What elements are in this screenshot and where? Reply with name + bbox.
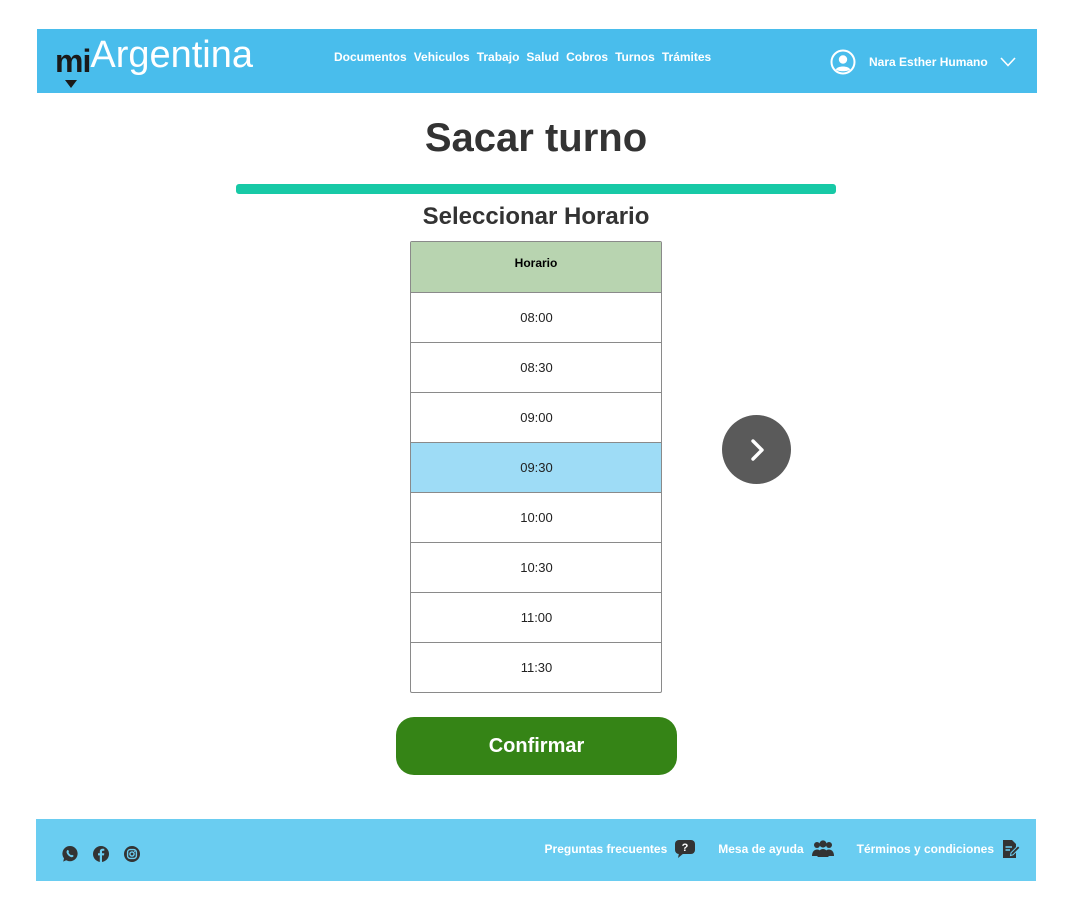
time-slot-row[interactable]: 08:00 — [411, 293, 661, 343]
footer-links: Preguntas frecuentes ? Mesa de ayuda Tér… — [523, 839, 1021, 859]
time-slot-row[interactable]: 11:30 — [411, 643, 661, 692]
progress-bar — [236, 184, 836, 194]
footer-link-label: Términos y condiciones — [856, 842, 994, 856]
mi-argentina-logo[interactable]: mi Argentina — [55, 33, 254, 88]
top-header: mi Argentina Documentos Vehiculos Trabaj… — [37, 29, 1037, 93]
nav-item-tramites[interactable]: Trámites — [662, 50, 711, 64]
progress-bar-fill — [238, 186, 834, 192]
nav-item-documentos[interactable]: Documentos — [334, 50, 407, 64]
footer-link-label: Preguntas frecuentes — [544, 842, 668, 856]
nav-item-trabajo[interactable]: Trabajo — [477, 50, 520, 64]
section-title: Seleccionar Horario — [422, 203, 650, 230]
footer: Preguntas frecuentes ? Mesa de ayuda Tér… — [36, 819, 1036, 881]
facebook-icon[interactable] — [92, 845, 110, 863]
time-slot-row[interactable]: 10:30 — [411, 543, 661, 593]
next-page-button[interactable] — [722, 415, 791, 484]
time-slot-row[interactable]: 10:00 — [411, 493, 661, 543]
time-slot-row[interactable]: 11:00 — [411, 593, 661, 643]
time-slot-table: Horario 08:00 08:30 09:00 09:30 10:00 10… — [410, 241, 662, 693]
nav-item-cobros[interactable]: Cobros — [566, 50, 608, 64]
footer-link-faq[interactable]: Preguntas frecuentes ? — [545, 839, 697, 859]
time-slot-row[interactable]: 09:30 — [411, 443, 661, 493]
help-desk-people-icon — [811, 840, 834, 857]
logo-mi-text: mi — [55, 43, 91, 88]
page-title: Sacar turno — [424, 116, 648, 160]
faq-bubble-icon: ? — [675, 840, 696, 858]
confirm-button[interactable]: Confirmar — [396, 717, 677, 775]
user-name: Nara Esther Humano — [869, 55, 988, 69]
logo-pin-icon — [65, 80, 77, 88]
svg-text:?: ? — [682, 842, 689, 854]
nav-item-salud[interactable]: Salud — [526, 50, 559, 64]
time-slot-row[interactable]: 08:30 — [411, 343, 661, 393]
footer-link-terms[interactable]: Términos y condiciones — [857, 839, 1021, 859]
logo-argentina-text: Argentina — [90, 34, 254, 76]
footer-link-help-desk[interactable]: Mesa de ayuda — [718, 840, 834, 858]
user-avatar-icon — [830, 49, 856, 75]
main-nav: Documentos Vehiculos Trabajo Salud Cobro… — [334, 50, 718, 64]
footer-link-label: Mesa de ayuda — [718, 842, 804, 856]
chevron-down-icon[interactable] — [999, 56, 1017, 68]
instagram-icon[interactable] — [123, 845, 141, 863]
nav-item-vehiculos[interactable]: Vehiculos — [414, 50, 470, 64]
nav-item-turnos[interactable]: Turnos — [615, 50, 655, 64]
table-header-horario: Horario — [411, 242, 661, 293]
chevron-right-icon — [750, 438, 764, 461]
whatsapp-icon[interactable] — [61, 845, 79, 863]
time-slot-row[interactable]: 09:00 — [411, 393, 661, 443]
terms-document-icon — [1003, 840, 1021, 858]
social-links — [61, 845, 141, 863]
user-menu[interactable]: Nara Esther Humano — [830, 49, 1017, 75]
